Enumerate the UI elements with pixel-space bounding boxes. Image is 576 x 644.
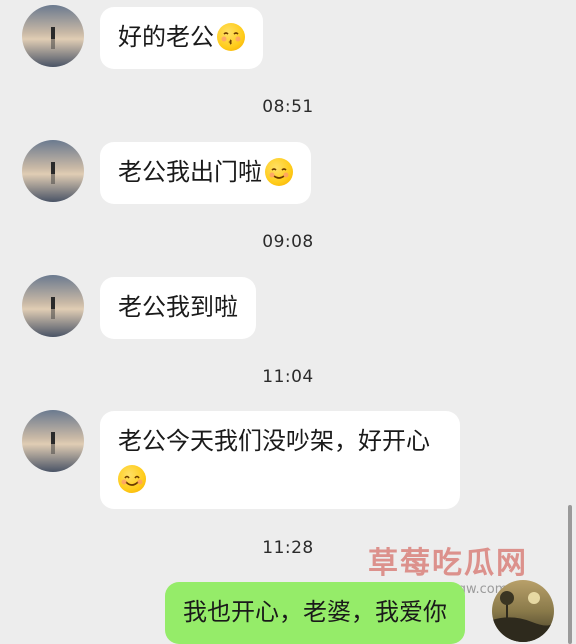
incoming-message-bubble[interactable]: 好的老公 [100,7,263,69]
smiling-face-icon [265,158,293,186]
incoming-message-bubble[interactable]: 老公我出门啦 [100,142,311,204]
timestamp: 08:51 [262,97,314,117]
message-text: 好的老公 [118,23,214,51]
user-avatar[interactable] [492,580,554,642]
message-text: 老公我出门啦 [118,158,262,186]
incoming-message-bubble[interactable]: 老公今天我们没吵架，好开心 [100,411,460,509]
incoming-message-bubble[interactable]: 老公我到啦 [100,277,256,339]
contact-avatar[interactable] [22,275,84,337]
smiling-face-smiling-eyes-icon [118,465,146,493]
scrollbar[interactable] [568,505,572,644]
kissing-face-icon [217,23,245,51]
message-text: 我也开心，老婆，我爱你 [183,598,447,626]
contact-avatar[interactable] [22,5,84,67]
outgoing-message-bubble[interactable]: 我也开心，老婆，我爱你 [165,582,465,644]
timestamp: 11:04 [262,367,314,387]
contact-avatar[interactable] [22,410,84,472]
contact-avatar[interactable] [22,140,84,202]
message-text: 老公我到啦 [118,293,238,321]
watermark: 草莓吃瓜网 [368,546,528,581]
message-text: 老公今天我们没吵架，好开心 [118,427,430,455]
timestamp: 09:08 [262,232,314,252]
